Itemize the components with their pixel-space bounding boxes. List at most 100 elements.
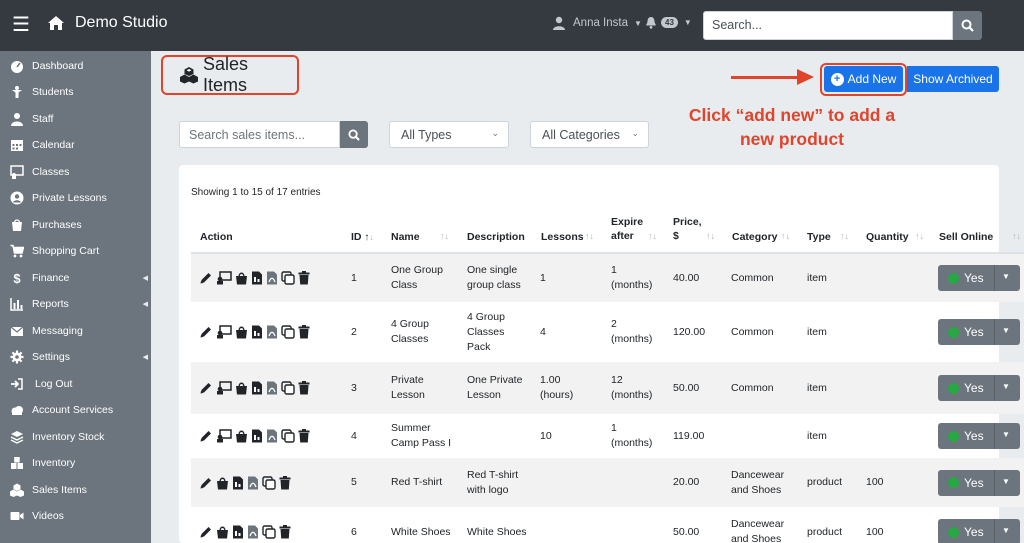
edit-icon[interactable] [199,476,213,490]
category-filter-select[interactable]: All Categories ⌄ [530,121,649,148]
column-header-name[interactable]: Name [391,230,420,244]
sidebar-item-inventory-stock[interactable]: Inventory Stock [0,424,151,450]
sidebar-item-log-out[interactable]: Log Out [0,371,151,397]
classes-icon[interactable] [216,429,232,443]
trash-icon[interactable] [298,325,310,339]
caret-down-icon[interactable]: ▼ [1002,382,1010,391]
trash-icon[interactable] [279,475,291,490]
trash-icon[interactable] [279,525,291,539]
sidebar-item-purchases[interactable]: Purchases [0,212,151,238]
trash-icon[interactable] [298,271,310,285]
sort-icon[interactable]: ↑↓ [781,231,790,241]
purchases-icon[interactable] [235,271,248,285]
sort-icon[interactable]: ↑↓ [840,231,849,241]
sidebar-item-account-services[interactable]: Account Services [0,397,151,423]
column-header-type[interactable]: Type [807,230,831,244]
column-header-category[interactable]: Category [732,230,778,244]
pdf-outline-icon[interactable] [266,429,278,443]
column-header-sell-online[interactable]: Sell Online [939,230,993,244]
sort-icon[interactable]: ↑↓ [440,231,449,241]
column-header-lessons[interactable]: Lessons [541,230,584,244]
sidebar-item-finance[interactable]: $ Finance ◀ [0,265,151,291]
column-header-id[interactable]: ID ↑↓ [351,230,374,245]
sidebar-item-classes[interactable]: Classes [0,159,151,185]
column-header-expire-after[interactable]: Expire after [611,215,647,243]
sell-online-toggle[interactable]: Yes ▼ [938,319,1020,345]
sidebar-item-inventory[interactable]: Inventory [0,450,151,476]
caret-down-icon[interactable]: ▼ [1002,477,1010,486]
sell-online-toggle[interactable]: Yes ▼ [938,375,1020,401]
classes-icon[interactable] [216,381,232,395]
classes-icon[interactable] [216,325,232,339]
caret-down-icon[interactable]: ▼ [1002,526,1010,535]
edit-icon[interactable] [199,525,213,539]
edit-icon[interactable] [199,429,213,443]
edit-icon[interactable] [199,381,213,395]
sidebar-item-messaging[interactable]: Messaging [0,318,151,344]
user-menu[interactable]: Anna Insta ▼ [552,16,642,30]
sidebar-item-staff[interactable]: Staff [0,106,151,132]
copy-icon[interactable] [281,325,295,339]
sidebar-item-videos[interactable]: Videos [0,503,151,529]
show-archived-button[interactable]: Show Archived [907,66,999,92]
sell-online-toggle[interactable]: Yes ▼ [938,519,1020,543]
sort-icon[interactable]: ↑↓ [706,231,715,241]
pdf-outline-icon[interactable] [266,325,278,339]
sidebar-item-calendar[interactable]: Calendar [0,132,151,158]
add-new-button[interactable]: + Add New [824,66,903,92]
pdf-outline-icon[interactable] [266,381,278,395]
sidebar-item-reports[interactable]: Reports ◀ [0,291,151,317]
column-header-description[interactable]: Description [467,230,525,244]
global-search-button[interactable] [953,11,982,40]
edit-icon[interactable] [199,271,213,285]
sidebar-item-shopping-cart[interactable]: Shopping Cart [0,238,151,264]
global-search-input[interactable]: Search... [703,11,953,40]
sort-icon[interactable]: ↑↓ [1012,231,1021,241]
sidebar-item-settings[interactable]: Settings ◀ [0,344,151,370]
trash-icon[interactable] [298,429,310,443]
report-icon[interactable] [251,381,263,395]
purchases-icon[interactable] [235,381,248,395]
report-icon[interactable] [251,325,263,339]
pdf-outline-icon[interactable] [266,271,278,285]
column-header-quantity[interactable]: Quantity [866,230,909,244]
notifications[interactable]: 43 ▼ [645,16,692,29]
report-icon[interactable] [232,476,244,490]
purchases-icon[interactable] [235,325,248,339]
column-header-price[interactable]: Price, $ [673,215,705,243]
caret-down-icon[interactable]: ▼ [1002,326,1010,335]
sales-items-search-button[interactable] [340,121,368,148]
purchases-icon[interactable] [235,429,248,443]
hamburger-menu-icon[interactable]: ☰ [12,15,30,35]
edit-icon[interactable] [199,325,213,339]
sales-items-search-input[interactable]: Search sales items... [179,121,340,148]
copy-icon[interactable] [281,271,295,285]
sort-icon[interactable]: ↑↓ [648,231,657,241]
sort-icon[interactable]: ↑↓ [585,231,594,241]
report-icon[interactable] [251,429,263,443]
sidebar-item-sales-items[interactable]: Sales Items [0,477,151,503]
sort-icon[interactable]: ↑↓ [915,231,924,241]
purchases-icon[interactable] [216,476,229,490]
report-icon[interactable] [251,271,263,285]
caret-down-icon[interactable]: ▼ [1002,430,1010,439]
sidebar-item-private-lessons[interactable]: Private Lessons [0,185,151,211]
copy-icon[interactable] [262,475,276,490]
pdf-outline-icon[interactable] [247,525,259,539]
copy-icon[interactable] [281,381,295,395]
copy-icon[interactable] [262,525,276,539]
trash-icon[interactable] [298,381,310,395]
sell-online-toggle[interactable]: Yes ▼ [938,265,1020,291]
copy-icon[interactable] [281,429,295,443]
report-icon[interactable] [232,525,244,539]
sell-online-toggle[interactable]: Yes ▼ [938,423,1020,449]
sidebar-item-students[interactable]: Students [0,79,151,105]
sell-online-toggle[interactable]: Yes ▼ [938,469,1020,496]
purchases-icon[interactable] [216,525,229,539]
pdf-outline-icon[interactable] [247,476,259,490]
classes-icon[interactable] [216,271,232,285]
sidebar-item-dashboard[interactable]: Dashboard [0,53,151,79]
type-filter-select[interactable]: All Types ⌄ [389,121,509,148]
caret-down-icon[interactable]: ▼ [1002,272,1010,281]
brand[interactable]: Demo Studio [47,14,168,32]
